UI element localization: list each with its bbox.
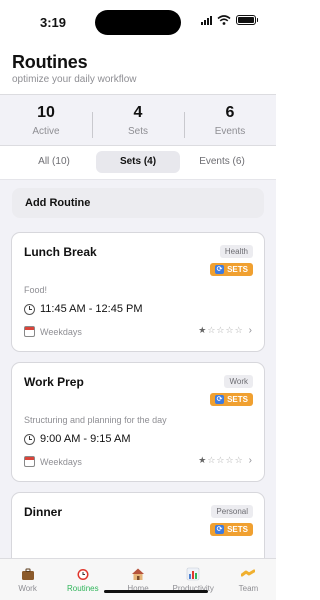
tabbar-item-work[interactable]: Work — [0, 559, 55, 600]
star-icon: ★ — [198, 325, 207, 335]
tab-events[interactable]: Events (6) — [180, 151, 264, 173]
filter-tabs: All (10) Sets (4) Events (6) — [12, 151, 264, 173]
routine-name: Work Prep — [24, 375, 84, 389]
tabbar-label: Routines — [67, 584, 99, 593]
tabbar-item-team[interactable]: Team — [221, 559, 276, 600]
handshake-icon — [241, 569, 256, 577]
status-time: 3:19 — [40, 15, 67, 30]
routine-card-lunch-break[interactable]: Lunch Break Health ⟳ SETS Food! 11:45 AM… — [11, 232, 265, 352]
clock-icon — [24, 303, 35, 315]
stat-value: 4 — [133, 103, 143, 121]
sets-badge-label: SETS — [227, 525, 248, 534]
routine-days-row: Weekdays — [24, 326, 82, 337]
tabbar-label: Team — [238, 584, 259, 593]
routine-name: Lunch Break — [24, 245, 97, 259]
stats-panel: 10 Active 4 Sets 6 Events — [0, 94, 276, 146]
tab-sets[interactable]: Sets (4) — [96, 151, 180, 173]
sets-badge: ⟳ SETS — [210, 393, 253, 406]
routine-days-row: Weekdays — [24, 456, 82, 467]
category-tag: Work — [224, 375, 253, 388]
routine-name: Dinner — [24, 505, 63, 519]
category-tag: Personal — [211, 505, 253, 518]
calendar-icon — [24, 456, 35, 467]
routine-list[interactable]: Add Routine Lunch Break Health ⟳ SETS Fo… — [0, 180, 276, 558]
house-icon — [132, 568, 144, 580]
repeat-icon: ⟳ — [215, 395, 225, 404]
wifi-icon — [217, 15, 231, 25]
star-icon: ☆ — [216, 455, 225, 465]
stat-active: 10 Active — [0, 104, 92, 137]
stat-label: Sets — [127, 125, 148, 137]
routine-days: Weekdays — [40, 326, 82, 337]
star-icon: ☆ — [234, 325, 243, 335]
sets-badge-label: SETS — [227, 395, 248, 404]
sets-badge: ⟳ SETS — [210, 263, 253, 276]
cellular-signal-icon — [201, 15, 212, 25]
status-bar: 3:19 — [0, 0, 276, 44]
routine-days: Weekdays — [40, 456, 82, 467]
routine-time: 11:45 AM - 12:45 PM — [40, 303, 143, 315]
status-icons — [201, 15, 258, 25]
repeat-icon: ⟳ — [215, 525, 225, 534]
stat-events: 6 Events — [184, 103, 276, 138]
star-icon: ☆ — [225, 455, 234, 465]
tab-bar: Work Routines Home Productivity Team — [0, 558, 276, 600]
page-title: Routines — [12, 52, 88, 72]
routine-rating: ★ ☆ ☆ ☆ ☆ › — [198, 325, 252, 336]
star-icon: ☆ — [216, 325, 225, 335]
chevron-right-icon[interactable]: › — [249, 455, 252, 466]
tabbar-item-home[interactable]: Home — [110, 559, 165, 600]
stat-sets: 4 Sets — [92, 103, 184, 138]
star-icon: ☆ — [207, 325, 216, 335]
tabbar-label: Work — [18, 584, 37, 593]
routine-time: 9:00 AM - 9:15 AM — [40, 433, 131, 445]
star-icon: ☆ — [207, 455, 216, 465]
tabbar-item-routines[interactable]: Routines — [55, 559, 110, 600]
stat-label: Active — [32, 125, 60, 137]
repeat-icon: ⟳ — [215, 265, 225, 274]
home-indicator[interactable] — [104, 590, 208, 593]
category-tag: Health — [219, 245, 253, 258]
star-icon: ★ — [198, 455, 207, 465]
alarm-clock-icon — [77, 569, 89, 580]
routine-time-row: 11:45 AM - 12:45 PM — [24, 303, 143, 315]
clock-icon — [24, 433, 35, 445]
briefcase-icon — [21, 568, 34, 580]
routine-time-row: 9:00 AM - 9:15 AM — [24, 433, 131, 445]
routine-description: Structuring and planning for the day — [24, 415, 167, 425]
star-icon: ☆ — [234, 455, 243, 465]
bar-chart-icon — [186, 567, 200, 581]
tabbar-item-productivity[interactable]: Productivity — [166, 559, 221, 600]
battery-icon — [236, 15, 258, 25]
page-subtitle: optimize your daily workflow — [12, 74, 137, 85]
stat-label: Events — [214, 125, 246, 137]
chevron-right-icon[interactable]: › — [249, 325, 252, 336]
stat-value: 10 — [37, 103, 55, 121]
routine-description: Food! — [24, 285, 48, 295]
routine-card-dinner[interactable]: Dinner Personal ⟳ SETS — [11, 492, 265, 558]
sets-badge: ⟳ SETS — [210, 523, 253, 536]
routine-rating: ★ ☆ ☆ ☆ ☆ › — [198, 455, 252, 466]
sets-badge-label: SETS — [227, 265, 248, 274]
stat-value: 6 — [225, 103, 235, 121]
star-icon: ☆ — [225, 325, 234, 335]
tab-all[interactable]: All (10) — [12, 151, 96, 173]
dynamic-island — [95, 10, 181, 35]
add-routine-button[interactable]: Add Routine — [12, 188, 264, 218]
calendar-icon — [24, 326, 35, 337]
routine-card-work-prep[interactable]: Work Prep Work ⟳ SETS Structuring and pl… — [11, 362, 265, 482]
